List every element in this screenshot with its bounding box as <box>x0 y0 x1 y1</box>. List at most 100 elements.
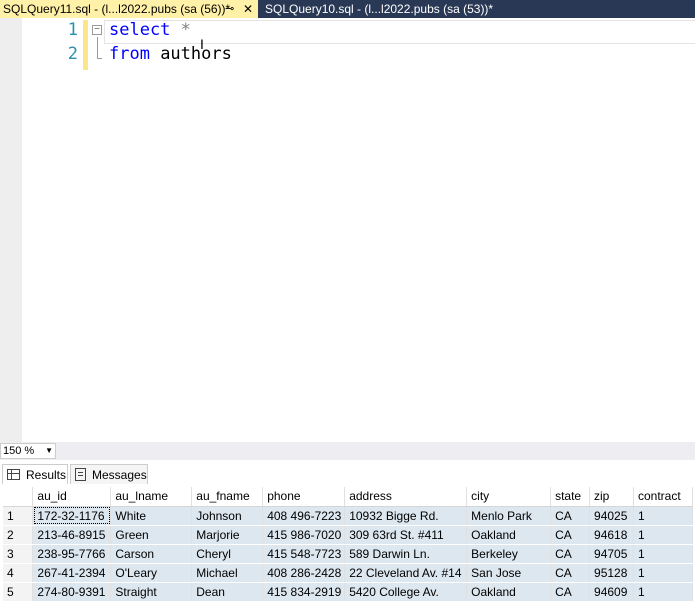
grid-icon <box>7 469 20 480</box>
grid-cell[interactable]: 213-46-8915 <box>32 525 112 545</box>
tab-label: Results <box>26 468 67 482</box>
grid-cell[interactable]: 415 834-2919 <box>262 582 346 602</box>
grid-cell[interactable]: Menlo Park <box>466 506 552 526</box>
grid-cell[interactable]: Oakland <box>466 525 552 545</box>
row-number[interactable]: 1 <box>3 506 34 526</box>
column-header[interactable]: au_id <box>32 487 112 507</box>
row-number-header[interactable] <box>3 487 34 507</box>
grid-cell[interactable]: San Jose <box>466 563 552 583</box>
grid-cell[interactable]: CA <box>550 582 591 602</box>
grid-cell[interactable]: CA <box>550 506 591 526</box>
grid-cell[interactable]: 94705 <box>589 544 634 564</box>
code-text: * <box>170 20 191 40</box>
column-header[interactable]: address <box>344 487 468 507</box>
query-editor[interactable]: 1 2 − select * from authors I <box>0 18 695 442</box>
column-header[interactable]: zip <box>589 487 634 507</box>
column-header[interactable]: city <box>466 487 552 507</box>
grid-cell[interactable]: 1 <box>633 525 694 545</box>
current-line-highlight <box>104 20 695 44</box>
grid-cell[interactable]: 309 63rd St. #411 <box>344 525 468 545</box>
grid-cell[interactable]: CA <box>550 544 591 564</box>
grid-cell[interactable]: Dean <box>191 582 264 602</box>
column-header[interactable]: state <box>550 487 591 507</box>
keyword-select: select <box>109 20 171 40</box>
tab-title: SQLQuery10.sql - (l...l2022.pubs (sa (53… <box>265 2 494 16</box>
close-icon[interactable]: ✕ <box>243 0 253 18</box>
line-number: 1 <box>67 20 78 40</box>
column-header[interactable]: au_fname <box>191 487 264 507</box>
column-header[interactable]: au_lname <box>110 487 193 507</box>
line-number: 2 <box>67 44 78 64</box>
grid-cell[interactable]: 408 286-2428 <box>262 563 346 583</box>
grid-cell[interactable]: Berkeley <box>466 544 552 564</box>
grid-cell[interactable]: Cheryl <box>191 544 264 564</box>
table-row[interactable]: 2 213-46-8915 Green Marjorie 415 986-7020 309… <box>3 525 694 545</box>
row-number[interactable]: 4 <box>3 563 34 583</box>
results-tab-bar: Results Messages <box>0 462 695 484</box>
document-tab-bar: SQLQuery11.sql - (l...l2022.pubs (sa (56… <box>0 0 695 18</box>
code-text: authors <box>149 44 232 64</box>
row-number[interactable]: 2 <box>3 525 34 545</box>
grid-cell[interactable]: 94618 <box>589 525 634 545</box>
grid-cell[interactable]: Marjorie <box>191 525 264 545</box>
grid-cell[interactable]: Straight <box>110 582 193 602</box>
table-row[interactable]: 4 267-41-2394 O'Leary Michael 408 286-2428 22… <box>3 563 694 583</box>
grid-cell[interactable]: 94609 <box>589 582 634 602</box>
zoom-select[interactable]: 150 % ▼ <box>0 443 56 459</box>
tab-messages[interactable]: Messages <box>70 464 148 484</box>
grid-cell[interactable]: Carson <box>110 544 193 564</box>
grid-cell[interactable]: 1 <box>633 563 694 583</box>
grid-cell[interactable]: Michael <box>191 563 264 583</box>
grid-cell[interactable]: 1 <box>633 582 694 602</box>
grid-body: 1 172-32-1176 White Johnson 408 496-7223 1093… <box>3 506 694 602</box>
collapse-icon[interactable]: − <box>92 25 102 35</box>
results-grid[interactable]: au_id au_lname au_fname phone address ci… <box>3 487 694 602</box>
grid-cell[interactable]: 415 986-7020 <box>262 525 346 545</box>
message-icon <box>75 468 86 481</box>
table-row[interactable]: 5 274-80-9391 Straight Dean 415 834-2919 5420… <box>3 582 694 602</box>
grid-cell[interactable]: Oakland <box>466 582 552 602</box>
tab-sqlquery11[interactable]: SQLQuery11.sql - (l...l2022.pubs (sa (56… <box>0 0 258 18</box>
column-header[interactable]: phone <box>262 487 346 507</box>
row-number[interactable]: 3 <box>3 544 34 564</box>
grid-cell[interactable]: 172-32-1176 <box>32 506 112 526</box>
grid-cell[interactable]: Green <box>110 525 193 545</box>
table-row[interactable]: 1 172-32-1176 White Johnson 408 496-7223 1093… <box>3 506 694 526</box>
tab-label: Messages <box>92 468 147 482</box>
code-line-2[interactable]: from authors <box>109 44 232 64</box>
grid-cell[interactable]: 1 <box>633 506 694 526</box>
tab-results[interactable]: Results <box>2 464 68 484</box>
line-numbers: 1 2 <box>22 18 78 442</box>
table-row[interactable]: 3 238-95-7766 Carson Cheryl 415 548-7723 589 … <box>3 544 694 564</box>
grid-cell[interactable]: 589 Darwin Ln. <box>344 544 468 564</box>
grid-cell[interactable]: 95128 <box>589 563 634 583</box>
zoom-value: 150 % <box>3 445 35 457</box>
grid-cell[interactable]: 5420 College Av. <box>344 582 468 602</box>
grid-cell[interactable]: 22 Cleveland Av. #14 <box>344 563 468 583</box>
outline-line <box>97 37 98 59</box>
grid-cell[interactable]: 274-80-9391 <box>32 582 112 602</box>
column-header[interactable]: contract <box>633 487 694 507</box>
keyword-from: from <box>109 44 150 64</box>
grid-cell[interactable]: Johnson <box>191 506 264 526</box>
grid-header-row: au_id au_lname au_fname phone address ci… <box>3 487 694 507</box>
editor-status-bar: 150 % ▼ <box>0 442 695 460</box>
grid-cell[interactable]: O'Leary <box>110 563 193 583</box>
code-line-1[interactable]: select * <box>109 20 191 40</box>
grid-cell[interactable]: 1 <box>633 544 694 564</box>
grid-cell[interactable]: CA <box>550 563 591 583</box>
pin-icon[interactable]: ⊸ <box>225 0 234 18</box>
grid-cell[interactable]: 415 548-7723 <box>262 544 346 564</box>
grid-cell[interactable]: 408 496-7223 <box>262 506 346 526</box>
grid-cell[interactable]: 267-41-2394 <box>32 563 112 583</box>
grid-cell[interactable]: White <box>110 506 193 526</box>
tab-title: SQLQuery11.sql - (l...l2022.pubs (sa (56… <box>3 2 231 16</box>
grid-cell[interactable]: 94025 <box>589 506 634 526</box>
change-tracking-bar <box>83 20 88 70</box>
grid-cell[interactable]: 238-95-7766 <box>32 544 112 564</box>
outline-end <box>97 58 102 59</box>
tab-sqlquery10[interactable]: SQLQuery10.sql - (l...l2022.pubs (sa (53… <box>262 0 502 18</box>
grid-cell[interactable]: 10932 Bigge Rd. <box>344 506 468 526</box>
grid-cell[interactable]: CA <box>550 525 591 545</box>
row-number[interactable]: 5 <box>3 582 34 602</box>
